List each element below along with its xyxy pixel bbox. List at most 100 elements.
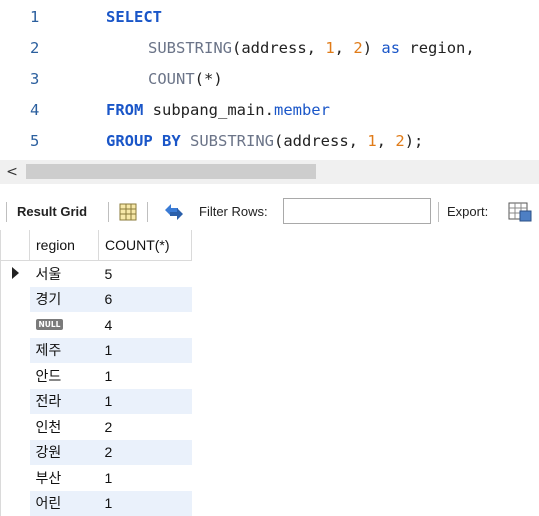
result-grid-tab[interactable]: Result Grid (17, 196, 87, 228)
export-label: Export: (447, 204, 489, 219)
code-token: SUBSTRING (190, 132, 274, 150)
row-indicator[interactable] (0, 388, 30, 414)
cell-value: 안드 (35, 367, 62, 384)
cell-count[interactable]: 4 (99, 312, 192, 338)
row-indicator[interactable] (0, 439, 30, 465)
cell-region[interactable]: 제주 (29, 337, 99, 363)
export-icon[interactable] (507, 201, 533, 223)
result-grid[interactable]: region COUNT(*) 서울 5 경기 6 NULL 4 제주 1 안드 1 전라 1 인천 2 강… (0, 230, 210, 516)
cell-value: 인천 (35, 418, 62, 435)
cell-value: 6 (104, 291, 113, 308)
code-token: (*) (194, 70, 223, 88)
row-indicator[interactable] (0, 490, 30, 516)
cell-region[interactable]: 부산 (30, 465, 99, 491)
cell-count[interactable]: 1 (98, 337, 192, 363)
code-token: SELECT (106, 8, 162, 26)
cell-count[interactable]: 1 (99, 363, 192, 389)
table-row[interactable]: 인천 2 (0, 414, 192, 440)
code-token: , (334, 39, 354, 57)
table-row[interactable]: 강원 2 (0, 439, 192, 465)
sql-editor[interactable]: 1 SELECT 2 SUBSTRING(address, 1, 2) as regi… (0, 0, 539, 160)
cell-region[interactable]: 안드 (30, 363, 99, 389)
grid-view-icon[interactable] (118, 202, 138, 222)
code-line[interactable]: 4 FROM subpang_main.member (0, 95, 539, 125)
code-token: 1 (325, 39, 335, 57)
code-token: 2 (395, 132, 405, 150)
column-header-region[interactable]: region (29, 230, 99, 261)
cell-region[interactable]: 강원 (29, 439, 99, 465)
line-number: 3 (30, 70, 40, 88)
table-row[interactable]: 경기 6 (0, 286, 192, 312)
cell-value: 강원 (35, 444, 62, 461)
row-indicator-header (0, 230, 30, 261)
cell-count[interactable]: 2 (98, 439, 192, 465)
cell-count[interactable]: 5 (99, 261, 192, 287)
row-indicator[interactable] (0, 286, 30, 312)
table-row[interactable]: NULL 4 (0, 312, 192, 338)
scrollbar-thumb[interactable] (26, 164, 316, 179)
toolbar-divider (6, 202, 7, 222)
toolbar-divider (438, 202, 439, 222)
code-token: 2 (353, 39, 363, 57)
cell-region[interactable]: 전라 (29, 388, 99, 414)
refresh-icon[interactable] (162, 202, 186, 222)
cell-region[interactable]: 인천 (30, 414, 99, 440)
cell-count[interactable]: 1 (98, 490, 192, 516)
current-row-pointer-icon (12, 267, 19, 279)
scroll-left-arrow-icon[interactable]: < (4, 162, 20, 182)
toolbar-divider (147, 202, 148, 222)
cell-count[interactable]: 1 (98, 388, 192, 414)
cell-value: 제주 (35, 342, 62, 359)
row-indicator[interactable] (0, 465, 30, 491)
code-line[interactable]: 1 SELECT (0, 2, 539, 32)
code-line[interactable]: 5 GROUP BY SUBSTRING(address, 1, 2); (0, 126, 539, 156)
cell-region[interactable]: 경기 (29, 286, 99, 312)
table-row[interactable]: 제주 1 (0, 337, 192, 363)
row-indicator[interactable] (0, 414, 30, 440)
line-number: 2 (30, 39, 40, 57)
code-token: ) (362, 39, 382, 57)
cell-value: 1 (104, 342, 113, 359)
code-line[interactable]: 2 SUBSTRING(address, 1, 2) as region, (0, 33, 539, 63)
row-indicator[interactable] (0, 260, 30, 287)
code-text: GROUP BY SUBSTRING(address, 1, 2); (106, 126, 423, 156)
cell-value: 부산 (35, 469, 62, 486)
cell-value: 1 (104, 393, 113, 410)
cell-count[interactable]: 1 (99, 465, 192, 491)
null-badge: NULL (35, 318, 64, 330)
code-token: as (381, 39, 401, 57)
cell-count[interactable]: 6 (98, 286, 192, 312)
table-row[interactable]: 안드 1 (0, 363, 192, 389)
cell-region[interactable]: 서울 (30, 261, 99, 287)
cell-region[interactable]: 어린 (29, 490, 99, 516)
column-header-count[interactable]: COUNT(*) (98, 230, 192, 261)
line-number: 5 (30, 132, 40, 150)
row-indicator[interactable] (0, 312, 30, 338)
code-token: COUNT (148, 70, 195, 88)
cell-region[interactable]: NULL (30, 312, 99, 338)
result-toolbar: Result Grid Filter Rows: Export: (0, 196, 539, 228)
row-indicator[interactable] (0, 363, 30, 389)
horizontal-scrollbar[interactable]: < (0, 160, 539, 184)
cell-value: 서울 (35, 265, 62, 282)
cell-count[interactable]: 2 (99, 414, 192, 440)
line-number: 4 (30, 101, 40, 119)
code-token: (address, (274, 132, 368, 150)
code-line[interactable]: 3 COUNT(*) (0, 64, 539, 94)
code-token: SUBSTRING (148, 39, 232, 57)
code-text: SELECT (106, 2, 162, 32)
filter-rows-input[interactable] (283, 198, 431, 224)
code-token: FROM (106, 101, 144, 119)
row-indicator[interactable] (0, 337, 30, 363)
table-row[interactable]: 부산 1 (0, 465, 192, 491)
code-token: member (273, 101, 330, 119)
table-row[interactable]: 전라 1 (0, 388, 192, 414)
table-row[interactable]: 어린 1 (0, 490, 192, 516)
cell-value: 2 (104, 444, 113, 461)
filter-rows-label: Filter Rows: (199, 204, 268, 219)
cell-value: 2 (104, 418, 113, 435)
code-token: 1 (367, 132, 377, 150)
code-token: (address, (232, 39, 326, 57)
table-row[interactable]: 서울 5 (0, 260, 192, 287)
